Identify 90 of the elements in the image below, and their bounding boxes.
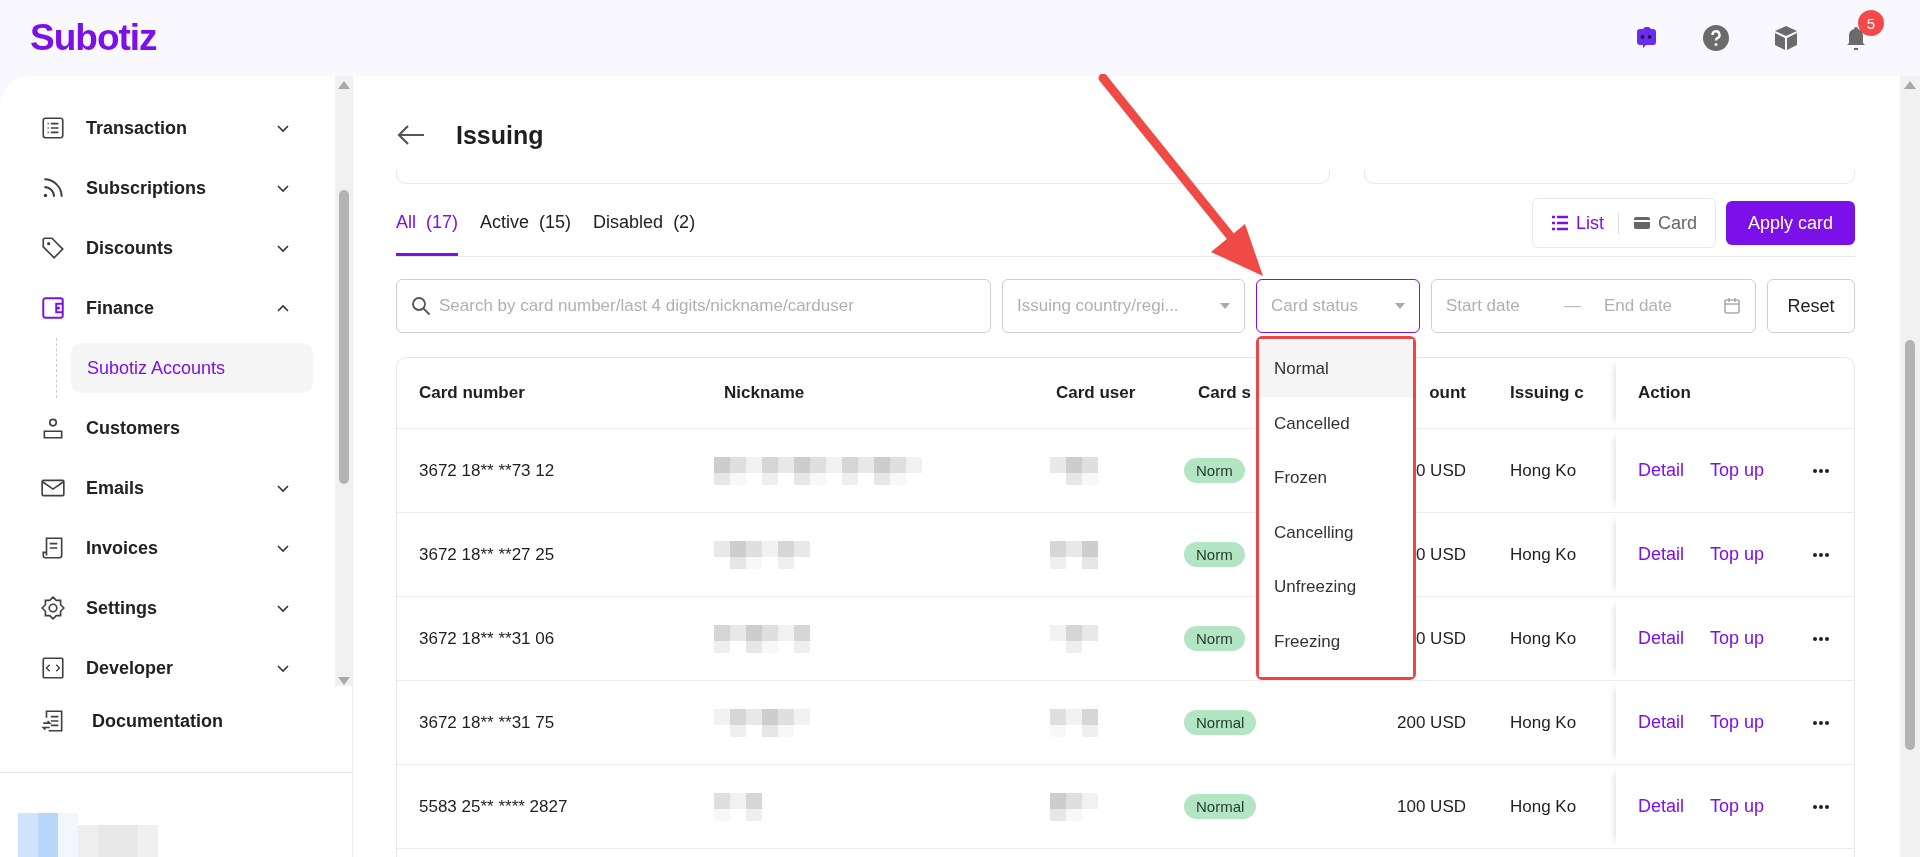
tag-icon bbox=[40, 235, 66, 261]
list-icon bbox=[40, 115, 66, 141]
blurred-text bbox=[1050, 624, 1098, 653]
table-cell: 0 USD bbox=[1415, 628, 1466, 649]
blurred-text bbox=[1050, 456, 1098, 485]
action-link[interactable]: Detail bbox=[1638, 628, 1685, 649]
tab[interactable]: Disabled (2) bbox=[593, 212, 696, 256]
more-icon[interactable] bbox=[1812, 803, 1831, 810]
action-link[interactable]: Top up bbox=[1710, 796, 1765, 817]
blurred-text bbox=[1050, 540, 1098, 569]
table-cell: Hong Ko bbox=[1510, 628, 1577, 649]
table-cell: 3672 18** **27 25 bbox=[419, 544, 555, 565]
table-cell: Hong Ko bbox=[1510, 460, 1577, 481]
sidebar-item[interactable]: Settings bbox=[0, 578, 335, 638]
search-icon bbox=[411, 296, 431, 316]
table-cell: Hong Ko bbox=[1510, 712, 1577, 733]
status-tag: Norm bbox=[1184, 542, 1245, 567]
more-icon[interactable] bbox=[1812, 719, 1831, 726]
view-toggle-button[interactable]: List bbox=[1546, 212, 1608, 234]
blurred-text bbox=[714, 792, 762, 821]
table-cell: 0 USD bbox=[1415, 460, 1466, 481]
table-cell: 3672 18** **73 12 bbox=[419, 460, 555, 481]
caret-icon bbox=[1220, 303, 1230, 309]
sidebar-item[interactable]: Transaction bbox=[0, 98, 335, 158]
notification-badge: 5 bbox=[1858, 10, 1884, 36]
card-icon bbox=[1632, 215, 1651, 231]
dropdown-option[interactable]: Frozen bbox=[1259, 451, 1413, 506]
sidebar-item[interactable]: Documentation bbox=[0, 686, 352, 756]
table-cell: 3672 18** **31 75 bbox=[419, 712, 555, 733]
action-link[interactable]: Detail bbox=[1638, 460, 1685, 481]
view-toggle-button[interactable]: Card bbox=[1628, 212, 1701, 234]
tab[interactable]: Active (15) bbox=[480, 212, 572, 256]
column-header: Issuing c bbox=[1510, 383, 1584, 403]
dropdown-option[interactable]: Freezing bbox=[1259, 614, 1413, 669]
table-cell: 3672 18** **31 06 bbox=[419, 628, 555, 649]
wallet-icon bbox=[40, 295, 66, 321]
dropdown-option[interactable]: Normal bbox=[1259, 342, 1413, 397]
box-icon[interactable] bbox=[1772, 24, 1800, 52]
sidebar-item[interactable]: Emails bbox=[0, 458, 335, 518]
sidebar-item[interactable]: Discounts bbox=[0, 218, 335, 278]
table-cell: 0 USD bbox=[1415, 544, 1466, 565]
table-cell: 100 USD bbox=[1397, 796, 1466, 817]
sidebar-item[interactable]: Subscriptions bbox=[0, 158, 335, 218]
more-icon[interactable] bbox=[1812, 467, 1831, 474]
calendar-icon bbox=[1723, 297, 1741, 315]
action-link[interactable]: Detail bbox=[1638, 712, 1685, 733]
dropdown-option[interactable]: Cancelling bbox=[1259, 505, 1413, 560]
status-tag: Norm bbox=[1184, 626, 1245, 651]
brand-logo[interactable]: Subotiz bbox=[30, 17, 157, 59]
more-icon[interactable] bbox=[1812, 551, 1831, 558]
dropdown-option[interactable]: Unfreezing bbox=[1259, 560, 1413, 615]
action-link[interactable]: Top up bbox=[1710, 544, 1765, 565]
blurred-text bbox=[1050, 708, 1098, 737]
table-cell: Hong Ko bbox=[1510, 796, 1577, 817]
column-header: Card number bbox=[419, 383, 525, 403]
column-header: ount bbox=[1429, 383, 1466, 403]
action-link[interactable]: Top up bbox=[1710, 628, 1765, 649]
more-icon[interactable] bbox=[1812, 635, 1831, 642]
table-cell: Hong Ko bbox=[1510, 544, 1577, 565]
column-header: Card user bbox=[1056, 383, 1136, 403]
help-icon[interactable] bbox=[1702, 24, 1730, 52]
reset-button[interactable]: Reset bbox=[1767, 279, 1855, 333]
column-header: Nickname bbox=[724, 383, 805, 403]
sidebar-subitem[interactable]: Subotiz Accounts bbox=[71, 343, 313, 393]
back-arrow-icon[interactable] bbox=[396, 123, 426, 147]
dropdown-option[interactable]: Cancelled bbox=[1259, 396, 1413, 451]
status-tag: Normal bbox=[1184, 710, 1257, 735]
code-icon bbox=[40, 655, 66, 681]
apply-card-button[interactable]: Apply card bbox=[1725, 201, 1855, 245]
blurred-text bbox=[1050, 792, 1098, 821]
tab[interactable]: All (17) bbox=[396, 212, 459, 256]
table-cell: 200 USD bbox=[1397, 712, 1466, 733]
caret-icon bbox=[1395, 303, 1405, 309]
status-tag: Norm bbox=[1184, 458, 1245, 483]
column-header: Action bbox=[1638, 383, 1691, 403]
page-title: Issuing bbox=[456, 120, 544, 150]
list-icon bbox=[1550, 215, 1569, 231]
status-tag: Normal bbox=[1184, 794, 1257, 819]
action-link[interactable]: Top up bbox=[1710, 712, 1765, 733]
sidebar-item[interactable]: Customers bbox=[0, 398, 335, 458]
scrollbar[interactable] bbox=[1900, 76, 1920, 857]
action-link[interactable]: Detail bbox=[1638, 544, 1685, 565]
sidebar-item[interactable]: Developer bbox=[0, 638, 335, 686]
action-link[interactable]: Detail bbox=[1638, 796, 1685, 817]
column-header: Card s bbox=[1198, 383, 1251, 403]
gear-icon bbox=[40, 595, 66, 621]
sidebar-item[interactable]: Invoices bbox=[0, 518, 335, 578]
action-link[interactable]: Top up bbox=[1710, 460, 1765, 481]
sidebar-item[interactable]: Finance bbox=[0, 278, 335, 338]
table-cell: 5583 25** **** 2827 bbox=[419, 796, 568, 817]
